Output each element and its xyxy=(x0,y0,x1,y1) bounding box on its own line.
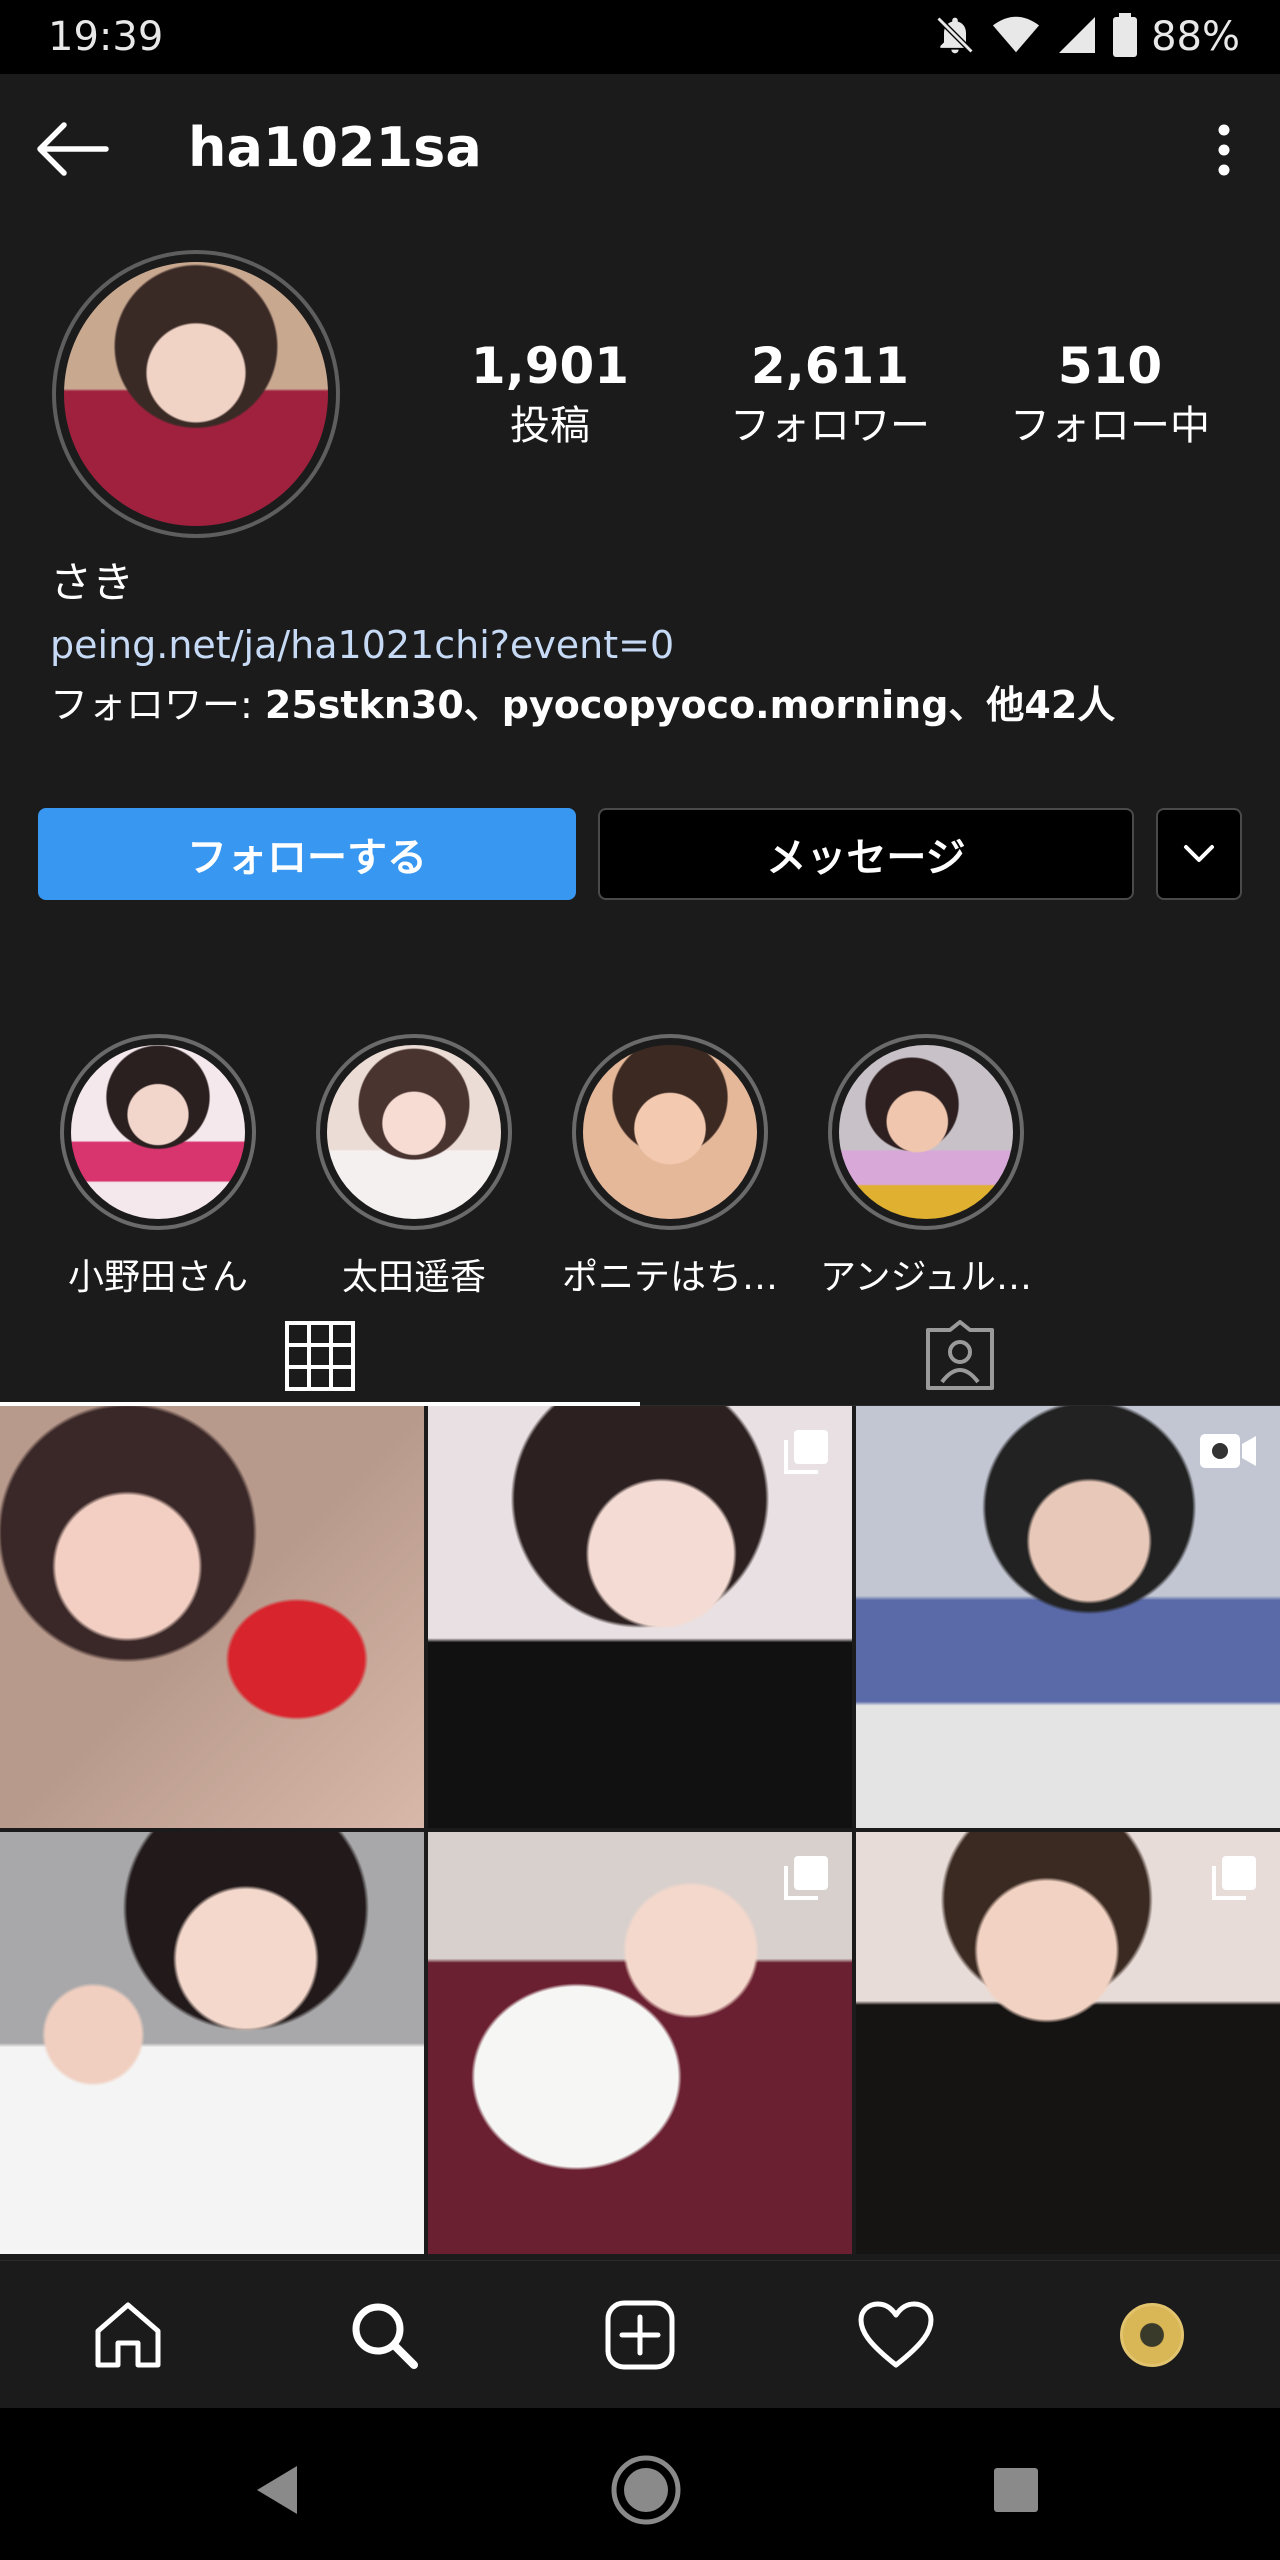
signal-icon xyxy=(1055,13,1099,61)
notifications-off-icon xyxy=(933,13,977,61)
triangle-back-icon xyxy=(257,2466,297,2514)
stat-following[interactable]: 510 フォロー中 xyxy=(970,336,1250,456)
highlight-cover xyxy=(60,1034,256,1230)
stat-followers-label: フォロワー xyxy=(730,403,930,449)
back-arrow-icon xyxy=(37,122,109,176)
highlight-cover xyxy=(572,1034,768,1230)
followed-by-suffix: 、他42人 xyxy=(948,683,1116,727)
highlight-image xyxy=(327,1045,501,1219)
post-thumbnail[interactable] xyxy=(428,1406,852,1828)
highlight-item[interactable]: ポニテはち… xyxy=(542,1034,798,1304)
highlight-label: 小野田さん xyxy=(67,1257,248,1298)
profile-avatar-icon xyxy=(1120,2302,1184,2367)
more-vertical-icon xyxy=(1218,124,1230,176)
carousel-icon xyxy=(784,1430,828,1474)
heart-icon xyxy=(858,2301,934,2367)
nav-new-post[interactable] xyxy=(580,2275,700,2395)
post-thumbnail[interactable] xyxy=(0,1832,424,2254)
back-button[interactable] xyxy=(30,114,114,184)
follow-button[interactable]: フォローする xyxy=(38,808,576,900)
post-thumbnail[interactable] xyxy=(0,1406,424,1828)
story-highlights: 小野田さん 太田遥香 ポニテはち… アンジュル… xyxy=(30,1034,1270,1304)
highlight-image xyxy=(71,1045,245,1219)
system-home-button[interactable] xyxy=(606,2450,686,2530)
nav-profile[interactable] xyxy=(1092,2275,1212,2395)
nav-search[interactable] xyxy=(324,2275,444,2395)
video-icon xyxy=(1200,1434,1256,1468)
profile-actions: フォローする メッセージ xyxy=(38,808,1242,900)
status-bar: 19:39 88% xyxy=(0,0,1280,74)
followed-by-prefix: フォロワー: xyxy=(50,683,265,727)
stat-posts-value: 1,901 xyxy=(470,337,630,395)
search-icon xyxy=(352,2303,418,2369)
followed-by-users: 25stkn30、pyocopyoco.morning xyxy=(264,683,949,727)
highlight-image xyxy=(583,1045,757,1219)
stat-following-value: 510 xyxy=(1057,337,1163,395)
profile-bio: さき peing.net/ja/ha1021chi?event=0 フォロワー:… xyxy=(50,554,1230,734)
home-icon xyxy=(95,2302,161,2367)
nav-activity[interactable] xyxy=(836,2275,956,2395)
tab-tagged[interactable] xyxy=(640,1314,1280,1406)
tab-posts-grid[interactable] xyxy=(0,1314,640,1406)
battery-percent: 88% xyxy=(1151,14,1240,60)
highlight-item[interactable]: アンジュル… xyxy=(798,1034,1054,1304)
profile-display-name: さき xyxy=(50,558,135,607)
post-thumbnail[interactable] xyxy=(428,1832,852,2254)
status-icons: 88% xyxy=(933,12,1240,62)
system-recents-button[interactable] xyxy=(976,2450,1056,2530)
highlight-label: 太田遥香 xyxy=(341,1257,486,1298)
highlight-item[interactable]: 太田遥香 xyxy=(286,1034,542,1304)
profile-avatar[interactable] xyxy=(52,250,340,538)
avatar-image xyxy=(64,262,328,526)
instagram-profile: ha1021sa 1,901 投稿 2,611 フォロワー 510 フォロー中 … xyxy=(0,74,1280,2408)
profile-link[interactable]: peing.net/ja/ha1021chi?event=0 xyxy=(50,616,1230,674)
message-button[interactable]: メッセージ xyxy=(598,808,1134,900)
highlight-label: ポニテはち… xyxy=(561,1257,778,1298)
wifi-icon xyxy=(991,13,1041,61)
grid-icon xyxy=(285,1321,355,1391)
stat-posts[interactable]: 1,901 投稿 xyxy=(410,336,690,456)
highlight-label: アンジュル… xyxy=(819,1257,1033,1298)
profile-tabs xyxy=(0,1314,1280,1406)
highlight-image xyxy=(839,1045,1013,1219)
highlight-cover xyxy=(828,1034,1024,1230)
circle-home-icon xyxy=(611,2455,681,2525)
bottom-navigation xyxy=(0,2260,1280,2408)
carousel-icon xyxy=(784,1856,828,1900)
stat-followers[interactable]: 2,611 フォロワー xyxy=(690,336,970,456)
options-button[interactable] xyxy=(1194,110,1254,190)
post-thumbnail[interactable] xyxy=(856,1406,1280,1828)
status-time: 19:39 xyxy=(48,14,164,60)
stat-following-label: フォロー中 xyxy=(1010,403,1210,449)
nav-home[interactable] xyxy=(68,2275,188,2395)
system-navigation-bar xyxy=(0,2408,1280,2560)
followed-by[interactable]: フォロワー: 25stkn30、pyocopyoco.morning、他42人 xyxy=(50,676,1230,734)
tagged-icon xyxy=(926,1320,994,1390)
suggested-accounts-button[interactable] xyxy=(1156,808,1242,900)
profile-username: ha1021sa xyxy=(188,116,482,179)
system-back-button[interactable] xyxy=(236,2450,316,2530)
profile-stats: 1,901 投稿 2,611 フォロワー 510 フォロー中 xyxy=(410,336,1250,456)
stat-posts-label: 投稿 xyxy=(510,403,590,449)
highlight-cover xyxy=(316,1034,512,1230)
posts-grid xyxy=(0,1406,1280,2254)
battery-icon xyxy=(1113,13,1138,61)
add-post-icon xyxy=(605,2300,675,2369)
top-bar: ha1021sa xyxy=(0,74,1280,224)
post-thumbnail[interactable] xyxy=(856,1832,1280,2254)
stat-followers-value: 2,611 xyxy=(750,337,910,395)
chevron-down-icon xyxy=(1184,845,1214,862)
carousel-icon xyxy=(1212,1856,1256,1900)
highlight-item[interactable]: 小野田さん xyxy=(30,1034,286,1304)
square-recents-icon xyxy=(994,2468,1038,2512)
